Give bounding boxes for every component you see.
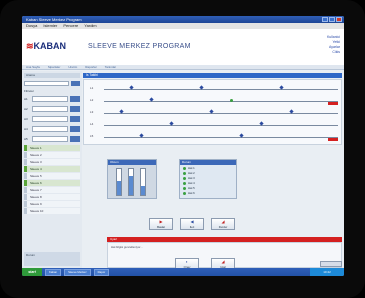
filter-row: A4 xyxy=(24,125,80,133)
forward-button[interactable]: ◀ Ileri xyxy=(180,218,204,230)
filter-button[interactable] xyxy=(70,126,80,132)
filter-button[interactable] xyxy=(70,106,80,112)
sidebar-status: Durum xyxy=(24,252,80,266)
legend-item: Hat 1 xyxy=(183,166,233,170)
window-title: Kaban Sleeve Merkez Program xyxy=(26,17,82,22)
alert-flag xyxy=(328,102,338,105)
header-links: Kullanici Yetki Ayarlar Cikis xyxy=(327,35,340,55)
gauge xyxy=(128,168,134,196)
gauge xyxy=(140,168,146,196)
alert-flag xyxy=(328,138,338,141)
legend-item: Hat 2 xyxy=(183,171,233,175)
search-button[interactable] xyxy=(71,80,80,86)
measurement-panel: Olcum xyxy=(107,159,157,199)
legend-item: Hat 4 xyxy=(183,181,233,185)
nav-item[interactable]: Ana Sayfa xyxy=(26,65,40,69)
panel-title: Olcum xyxy=(108,160,156,165)
stop-button[interactable]: ◢ Durdur xyxy=(211,218,235,230)
sidebar-search-title: Arama xyxy=(24,73,80,78)
nav-bar: Ana Sayfa Siparisler Uretim Raporlar Tan… xyxy=(22,65,344,70)
logo: ≋KABAN xyxy=(26,41,67,51)
sidebar-item[interactable]: Sleeve 4 xyxy=(24,166,80,172)
timeline-panel: L1 L2 L3 L4 L5 xyxy=(83,79,342,145)
sidebar: Arama Filtreler A1 A2 A3 A4 A5 Sleeve 1 … xyxy=(22,71,82,268)
nav-item[interactable]: Raporlar xyxy=(85,65,97,69)
timeline-row: L1 xyxy=(90,84,338,94)
taskbar-item[interactable]: Kaban xyxy=(45,268,62,276)
filter-input[interactable] xyxy=(32,106,68,112)
sidebar-item[interactable]: Sleeve 3 xyxy=(24,159,80,165)
filter-row: A1 xyxy=(24,95,80,103)
sidebar-search xyxy=(24,80,80,86)
sidebar-item[interactable]: Sleeve 5 xyxy=(24,173,80,179)
filter-input[interactable] xyxy=(32,96,68,102)
taskbar-item[interactable]: Sleeve Merkez xyxy=(64,268,91,276)
header-link[interactable]: Cikis xyxy=(327,50,340,55)
legend-item: Hat 6 xyxy=(183,191,233,195)
nav-item[interactable]: Uretim xyxy=(68,65,77,69)
page-title: SLEEVE MERKEZ PROGRAM xyxy=(88,43,191,50)
main-content: Is Takibi L1 L2 L3 L4 L5 Olcum Durum Hat… xyxy=(83,71,344,270)
sidebar-item[interactable]: Sleeve 7 xyxy=(24,187,80,193)
filter-input[interactable] xyxy=(32,136,68,142)
filter-button[interactable] xyxy=(70,96,80,102)
sidebar-group-title: Filtreler xyxy=(24,89,35,93)
legend-item: Hat 5 xyxy=(183,186,233,190)
section-header: Is Takibi xyxy=(83,73,342,78)
timeline-row: L2 xyxy=(90,96,338,106)
sidebar-item[interactable]: Sleeve 1 xyxy=(24,145,80,151)
timeline-row: L4 xyxy=(90,120,338,130)
taskbar-item[interactable]: Rapor xyxy=(93,268,110,276)
filter-row: A2 xyxy=(24,105,80,113)
nav-item[interactable]: Siparisler xyxy=(48,65,61,69)
filter-row: A3 xyxy=(24,115,80,123)
monitor-bezel: Kaban Sleeve Merkez Program Dosya Isleml… xyxy=(0,0,365,298)
maximize-button[interactable] xyxy=(329,17,335,22)
status-dot xyxy=(230,99,233,102)
title-bar: Kaban Sleeve Merkez Program xyxy=(22,16,344,23)
filter-button[interactable] xyxy=(70,116,80,122)
screen: Kaban Sleeve Merkez Program Dosya Isleml… xyxy=(22,16,344,276)
filter-row: A5 xyxy=(24,135,80,143)
search-input[interactable] xyxy=(24,80,69,86)
sidebar-item[interactable]: Sleeve 2 xyxy=(24,152,80,158)
action-buttons: ▶ Baslat ◀ Ileri ◢ Durdur xyxy=(149,218,235,230)
play-button[interactable]: ▶ Baslat xyxy=(149,218,173,230)
sidebar-item[interactable]: Sleeve 9 xyxy=(24,201,80,207)
status-panel: Durum Hat 1 Hat 2 Hat 3 Hat 4 Hat 5 Hat … xyxy=(179,159,237,199)
nav-item[interactable]: Tanimlar xyxy=(105,65,116,69)
ok-button[interactable] xyxy=(320,261,342,267)
filter-input[interactable] xyxy=(32,126,68,132)
taskbar: start Kaban Sleeve Merkez Rapor 10:42 xyxy=(22,268,344,276)
legend-item: Hat 3 xyxy=(183,176,233,180)
clock: 10:42 xyxy=(310,268,344,276)
filter-input[interactable] xyxy=(32,116,68,122)
timeline-row: L3 xyxy=(90,108,338,118)
window-controls xyxy=(322,17,342,22)
sidebar-item[interactable]: Sleeve 6 xyxy=(24,180,80,186)
sidebar-item[interactable]: Sleeve 10 xyxy=(24,208,80,214)
minimize-button[interactable] xyxy=(322,17,328,22)
panel-title: Durum xyxy=(180,160,236,165)
sidebar-item[interactable]: Sleeve 8 xyxy=(24,194,80,200)
app-header: ≋KABAN SLEEVE MERKEZ PROGRAM Kullanici Y… xyxy=(22,29,344,65)
alert-text: Hat bilgisi guncelleniyor... xyxy=(111,245,143,249)
timeline-row: L5 xyxy=(90,132,338,142)
gauge xyxy=(116,168,122,196)
start-button[interactable]: start xyxy=(22,268,42,276)
filter-button[interactable] xyxy=(70,136,80,142)
close-button[interactable] xyxy=(336,17,342,22)
